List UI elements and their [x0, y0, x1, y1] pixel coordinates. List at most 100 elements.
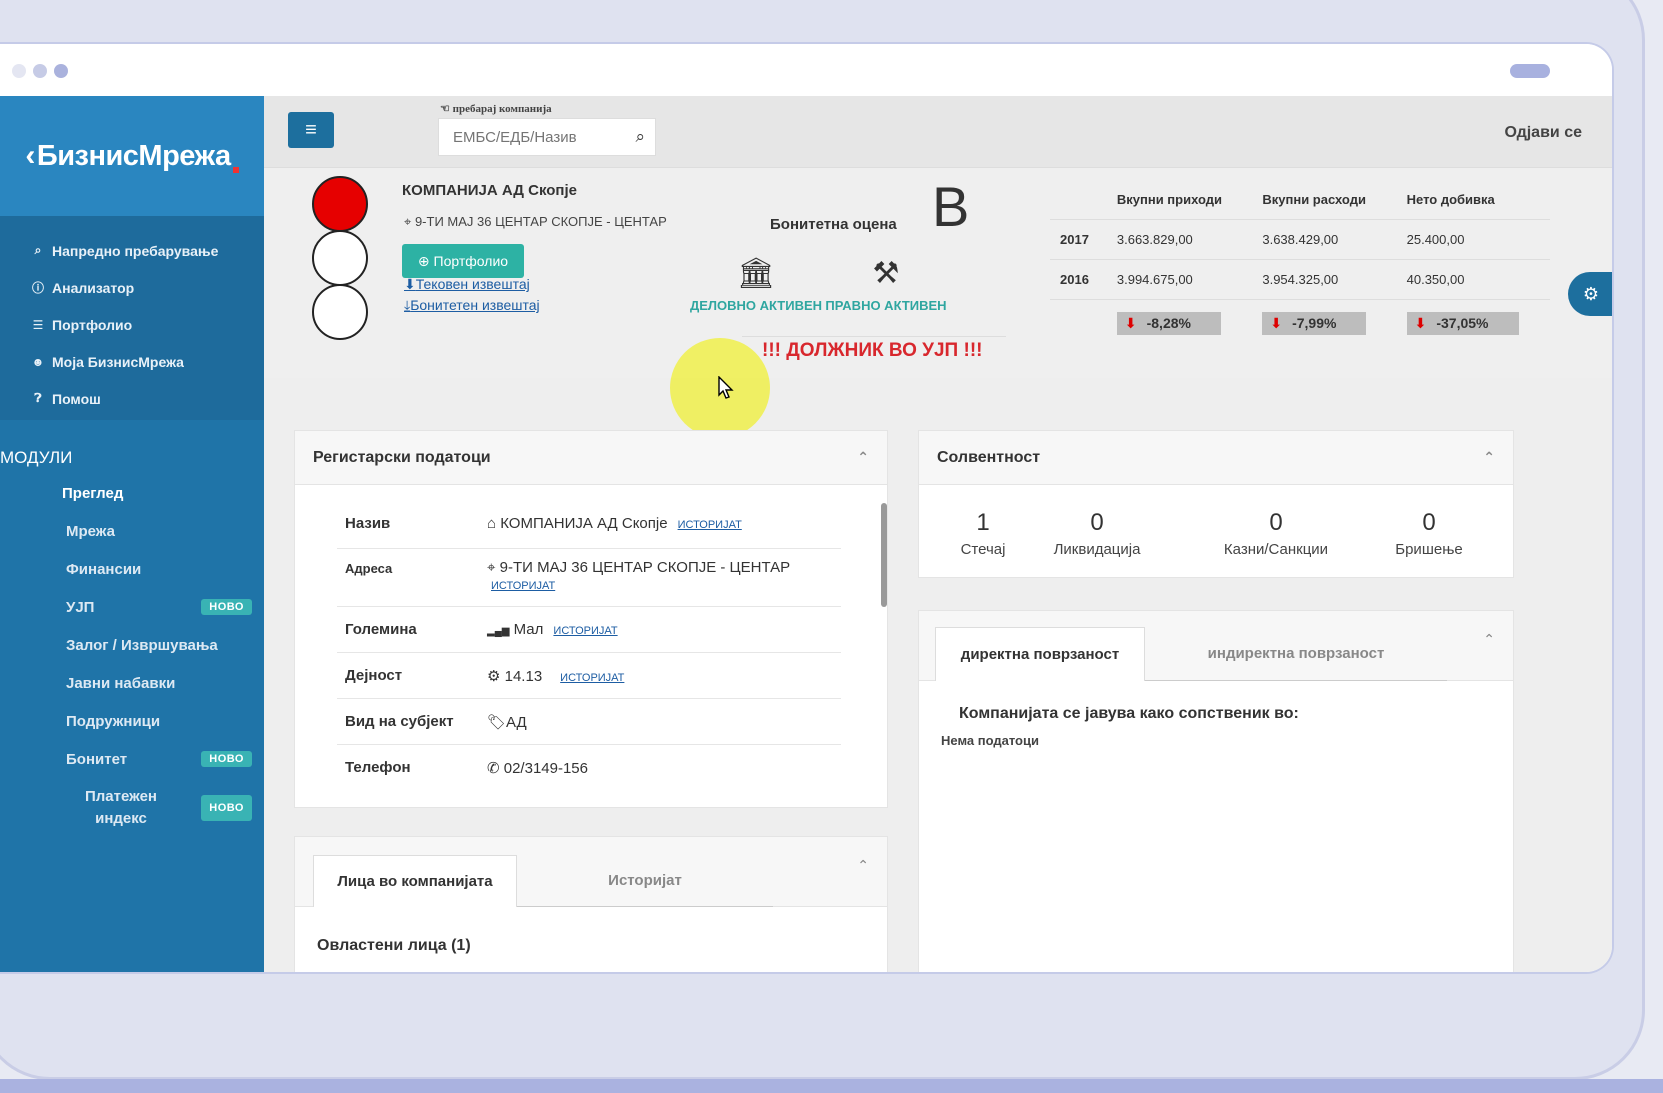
rating-label: Бонитетна оцена — [770, 216, 897, 233]
module-label: Јавни набавки — [66, 674, 176, 692]
module-overview[interactable]: Преглед — [0, 474, 264, 512]
logout-link[interactable]: Одјави се — [1505, 124, 1582, 142]
history-link[interactable]: ИСТОРИЈАТ — [553, 625, 617, 637]
current-report-link[interactable]: ⬇︎Тековен извештај — [404, 276, 530, 293]
browser-window: ‹БизнисМрежа ⌕ Напредно пребарување ⓘ Ан… — [0, 42, 1614, 974]
menu-toggle-button[interactable]: ≡ — [288, 112, 334, 148]
change-badge: ⬇︎ -37,05% — [1406, 312, 1519, 335]
tab-indirect-relations[interactable]: индиректна поврзаност — [1145, 627, 1447, 681]
module-public-procurement[interactable]: Јавни набавки — [0, 664, 264, 702]
tab-history[interactable]: Историјат — [517, 855, 773, 907]
financials-table: Вкупни приходи Вкупни расходи Нето добив… — [1050, 178, 1550, 347]
chevron-up-icon[interactable]: ⌃ — [857, 449, 869, 466]
sidebar-item-my-network[interactable]: ☻ Моја БизнисМрежа — [0, 343, 264, 380]
search-icon[interactable]: ⌕ — [635, 127, 645, 147]
sidebar-item-label: Помош — [52, 390, 101, 407]
search-box: ⌕ — [438, 118, 656, 156]
hamburger-icon: ≡ — [305, 118, 317, 141]
table-cell: 2017 — [1050, 219, 1107, 260]
history-link[interactable]: ИСТОРИЈАТ — [678, 519, 742, 531]
table-cell: 2016 — [1050, 259, 1107, 300]
registry-label: Телефон — [345, 759, 411, 776]
traffic-light-green — [312, 284, 368, 340]
plus-circle-icon: ⊕ — [417, 252, 434, 269]
relations-card: директна поврзаност индиректна поврзанос… — [918, 610, 1514, 972]
phone-icon: ✆ — [487, 760, 500, 777]
people-card: Лица во компанијата Историјат ⌃ Овластен… — [294, 836, 888, 972]
solvency-card-header[interactable]: Солвентност ⌃ — [919, 431, 1513, 485]
bank-icon: 🏛︎ — [736, 257, 776, 290]
registry-label: Дејност — [345, 667, 403, 684]
solvency-liquidation: 0 Ликвидација — [1037, 509, 1157, 558]
sidebar-item-advanced-search[interactable]: ⌕ Напредно пребарување — [0, 232, 264, 269]
module-label: Подружници — [66, 712, 161, 730]
module-pledge[interactable]: Залог / Извршувања — [0, 626, 264, 664]
module-ujp[interactable]: УЈП НОВО — [0, 588, 264, 626]
add-to-portfolio-button[interactable]: ⊕ Портфолио — [402, 244, 524, 278]
sidebar-item-analyzer[interactable]: ⓘ Анализатор — [0, 269, 264, 306]
solvency-card: Солвентност ⌃ 1 Стечај 0 Ликвидација 0 К… — [918, 430, 1514, 578]
search-icon: ⌕ — [34, 243, 42, 257]
table-cell — [1050, 299, 1107, 347]
solvency-label: Казни/Санкции — [1223, 541, 1329, 558]
search-label: ☜ пребарај компанија — [440, 103, 552, 115]
chevron-up-icon[interactable]: ⌃ — [1483, 631, 1495, 648]
sidebar-item-help[interactable]: ❓︎ Помош — [0, 380, 264, 417]
table-header: Нето добивка — [1406, 192, 1495, 207]
module-payment-index[interactable]: Платежен индекс НОВО — [0, 778, 264, 838]
modules-title: МОДУЛИ — [0, 448, 73, 467]
sidebar-item-label: Моја БизнисМрежа — [52, 353, 184, 370]
history-link[interactable]: ИСТОРИЈАТ — [491, 580, 555, 592]
registry-card-header[interactable]: Регистарски податоци ⌃ — [295, 431, 887, 485]
traffic-light-yellow — [312, 230, 368, 286]
module-network[interactable]: Мрежа — [0, 512, 264, 550]
signal-icon: ▂▄▆ — [487, 626, 510, 637]
registry-scrollbar[interactable] — [881, 503, 887, 607]
gavel-icon: ⚒ — [872, 257, 900, 290]
network-graph-button[interactable]: ⚙ — [1568, 272, 1612, 316]
registry-value: ⌂ КОМПАНИЈА АД Скопје ИСТОРИЈАТ — [487, 515, 742, 532]
logo-mark-icon: ‹ — [25, 139, 35, 172]
help-icon: ❓︎ — [34, 391, 42, 405]
table-cell: 3.638.429,00 — [1252, 219, 1397, 260]
arrow-down-icon: ⬇︎ — [1124, 315, 1137, 331]
mouse-cursor-icon — [718, 376, 734, 399]
logo-area[interactable]: ‹БизнисМрежа — [0, 96, 264, 216]
solvency-count: 0 — [1422, 509, 1436, 536]
module-finance[interactable]: Финансии — [0, 550, 264, 588]
registry-value: ⚙ 14.13 ИСТОРИЈАТ — [487, 668, 625, 685]
history-link[interactable]: ИСТОРИЈАТ — [560, 672, 624, 684]
sidebar-item-label: Портфолио — [52, 316, 133, 333]
module-credit-rating[interactable]: Бонитет НОВО — [0, 740, 264, 778]
map-marker-icon: ⌖ — [487, 559, 496, 576]
table-cell: 25.400,00 — [1396, 219, 1550, 260]
registry-label: Вид на субјект — [345, 713, 454, 730]
search-input[interactable] — [453, 128, 623, 146]
table-cell: 40.350,00 — [1396, 259, 1550, 300]
chevron-up-icon[interactable]: ⌃ — [1483, 449, 1495, 466]
chevron-up-icon[interactable]: ⌃ — [857, 857, 869, 874]
traffic-light-red — [312, 176, 368, 232]
registry-row-entity-type: Вид на субјект 🏷︎АД — [337, 699, 841, 745]
table-row: 2016 3.994.675,00 3.954.325,00 40.350,00 — [1050, 259, 1550, 300]
sidebar-item-portfolio[interactable]: ☰ Портфолио — [0, 306, 264, 343]
window-dot-maximize[interactable] — [54, 64, 68, 78]
bottom-strip — [0, 1079, 1663, 1093]
new-badge: НОВО — [201, 599, 252, 615]
company-address: ⌖ 9-ТИ МАЈ 36 ЦЕНТАР СКОПЈЕ - ЦЕНТАР — [404, 214, 667, 229]
window-dot-close[interactable] — [12, 64, 26, 78]
solvency-deletion: 0 Бришење — [1369, 509, 1489, 558]
window-dot-minimize[interactable] — [33, 64, 47, 78]
legal-status-text: ПРАВНО АКТИВЕН — [825, 298, 947, 313]
tab-people-in-company[interactable]: Лица во компанијата — [313, 855, 517, 907]
network-icon: ⚙ — [1582, 283, 1600, 304]
table-cell: 3.663.829,00 — [1106, 219, 1253, 260]
table-cell: 3.954.325,00 — [1252, 259, 1397, 300]
tab-direct-relations[interactable]: директна поврзаност — [935, 627, 1145, 681]
registry-value: 🏷︎АД — [487, 714, 527, 731]
table-header: Вкупни расходи — [1262, 192, 1366, 207]
credit-report-link[interactable]: ⤓Бонитетен извештај — [404, 297, 540, 314]
gear-icon: ⚙ — [487, 668, 501, 685]
user-icon: ☻ — [31, 354, 45, 369]
module-branches[interactable]: Подружници — [0, 702, 264, 740]
